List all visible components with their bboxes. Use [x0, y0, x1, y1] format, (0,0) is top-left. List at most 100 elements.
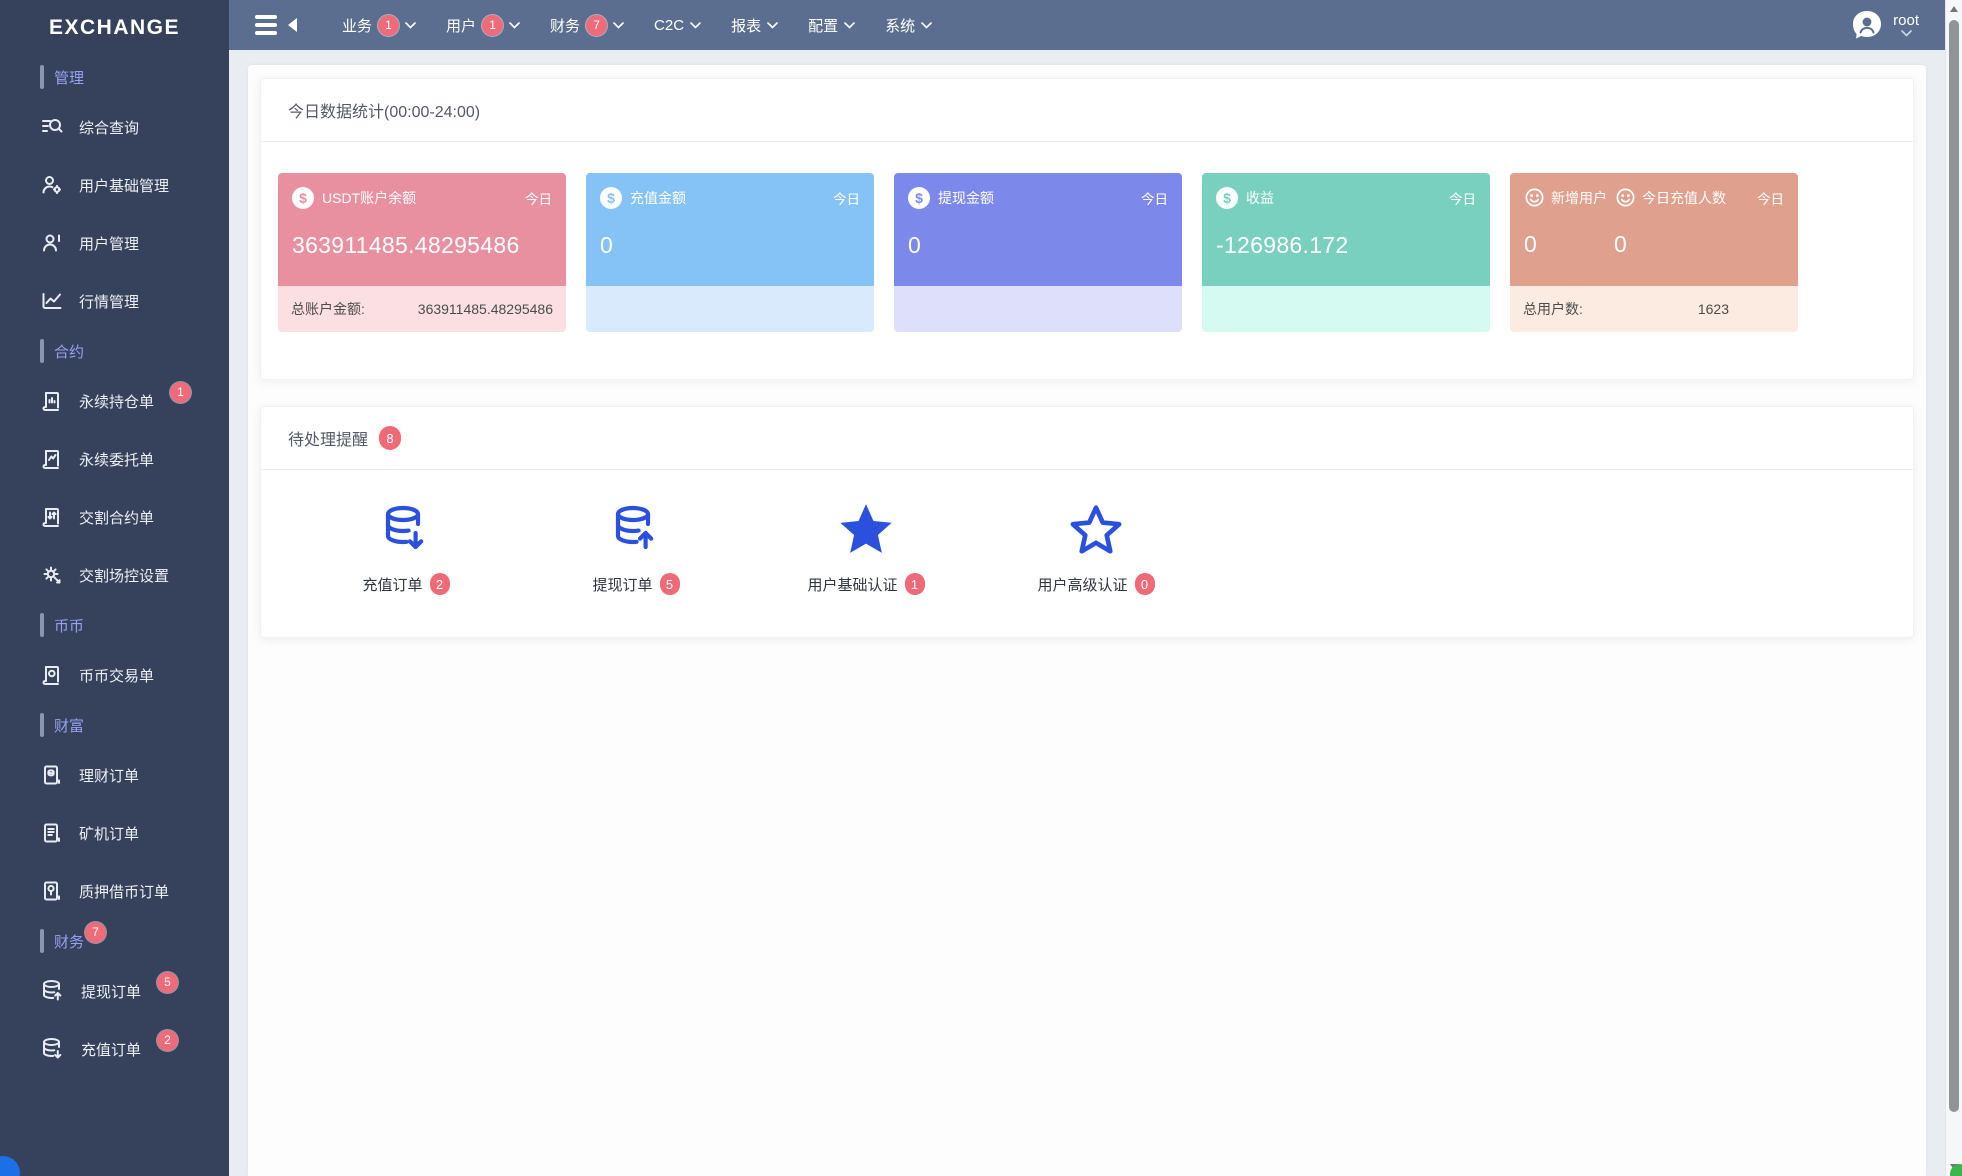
stat-card-value: -126986.172 — [1216, 232, 1349, 258]
chevron-down-icon — [690, 21, 701, 29]
chevron-down-icon — [1900, 29, 1912, 37]
stat-card-recharge-amount[interactable]: $ 充值金额 今日 0 — [586, 173, 874, 332]
stat-card-title: 提现金额 — [938, 190, 994, 206]
nav-item-users[interactable]: 用户 1 — [431, 0, 535, 50]
nav-item-business[interactable]: 业务 1 — [327, 0, 431, 50]
sidebar-item-label: 用户管理 — [79, 235, 140, 253]
sidebar-item-search[interactable]: 综合查询 — [0, 98, 229, 156]
stat-card-new-users[interactable]: 新增用户 今日充值人数 今日 0 0 总用户数: 1623 — [1510, 173, 1798, 332]
stat-footer-label: 总用户数: — [1523, 301, 1583, 317]
sidebar-item-perp-orders[interactable]: 永续委托单 — [0, 430, 229, 488]
chevron-down-icon — [509, 21, 520, 29]
reminder-withdraw-orders[interactable]: 提现订单 5 — [521, 500, 751, 595]
dollar-circle-icon: $ — [1216, 187, 1238, 209]
collapse-left-icon — [288, 18, 297, 32]
sidebar-section-manage: 管理 — [0, 56, 229, 98]
search-list-icon — [42, 119, 63, 133]
sidebar-section-contract: 合约 — [0, 330, 229, 372]
sidebar-item-delivery-orders[interactable]: 交割合约单 — [0, 488, 229, 546]
stat-card-profit[interactable]: $ 收益 今日 -126986.172 — [1202, 173, 1490, 332]
nav-item-finance[interactable]: 财务 7 — [535, 0, 639, 50]
stat-card-usdt-balance[interactable]: $ USDT账户余额 今日 363911485.48295486 总账户金额: … — [278, 173, 566, 332]
user-menu[interactable]: root — [1850, 8, 1919, 42]
stat-card-title: 充值金额 — [630, 190, 686, 206]
order-trend-icon — [42, 450, 59, 469]
nav-item-label: 报表 — [731, 17, 762, 35]
chart-line-icon — [42, 293, 62, 309]
stat-footer-label: 总账户金额: — [291, 301, 365, 317]
stat-card-tag: 今日 — [1757, 191, 1784, 207]
sidebar-section-wealth: 财富 — [0, 704, 229, 746]
reminder-label: 用户高级认证 — [1037, 576, 1128, 594]
corner-decoration — [0, 1156, 20, 1176]
sidebar-item-withdraw-orders[interactable]: 提现订单 5 — [0, 962, 229, 1020]
scrollbar-thumb[interactable] — [1949, 20, 1959, 1112]
reminder-user-basic-verify[interactable]: 用户基础认证 1 — [751, 500, 981, 595]
nav-item-config[interactable]: 配置 — [793, 0, 870, 50]
sidebar-collapse-button[interactable] — [255, 14, 297, 36]
section-label: 财务 — [54, 933, 85, 951]
sidebar-item-pledge-orders[interactable]: 质押借币订单 — [0, 862, 229, 920]
sidebar-item-recharge-orders[interactable]: 充值订单 2 — [0, 1020, 229, 1078]
stats-panel: 今日数据统计(00:00-24:00) $ USDT账户余额 今日 363911… — [260, 78, 1914, 380]
order-circle-icon — [42, 666, 59, 685]
section-label: 财富 — [54, 717, 85, 735]
chevron-down-icon — [405, 21, 416, 29]
sidebar-item-spot-orders[interactable]: 币币交易单 — [0, 646, 229, 704]
order-bars-icon — [42, 392, 59, 411]
stat-card-top: $ 提现金额 今日 0 — [894, 173, 1182, 286]
sidebar-item-wealth-orders[interactable]: 理财订单 — [0, 746, 229, 804]
vertical-scrollbar[interactable] — [1945, 0, 1962, 1176]
stat-card-value: 0 — [1524, 231, 1537, 257]
stat-card-title: 新增用户 — [1551, 189, 1607, 206]
stat-card-value: 0 — [600, 232, 614, 258]
sidebar-item-label: 币币交易单 — [79, 667, 155, 685]
stats-panel-title: 今日数据统计(00:00-24:00) — [288, 104, 481, 121]
user-block: root — [1893, 13, 1919, 37]
star-filled-icon — [840, 504, 892, 553]
stat-card-top: 新增用户 今日充值人数 今日 0 0 — [1510, 173, 1798, 286]
reminder-user-advanced-verify[interactable]: 用户高级认证 0 — [981, 500, 1211, 595]
nav-item-c2c[interactable]: C2C — [639, 0, 716, 50]
count-badge: 1 — [378, 14, 400, 36]
chevron-down-icon — [921, 21, 932, 29]
stat-card-value: 363911485.48295486 — [292, 232, 520, 258]
count-badge: 1 — [482, 14, 504, 36]
count-badge: 1 — [170, 381, 192, 403]
section-label: 币币 — [54, 617, 85, 635]
sidebar-item-user-manage[interactable]: 用户管理 — [0, 214, 229, 272]
scroll-up-arrow[interactable] — [1950, 6, 1958, 12]
nav-item-label: 用户 — [446, 17, 477, 35]
doc-coin-icon — [44, 765, 60, 785]
sidebar-section-finance: 财务 7 — [0, 920, 229, 962]
count-badge: 7 — [85, 921, 107, 943]
stat-card-withdraw-amount[interactable]: $ 提现金额 今日 0 — [894, 173, 1182, 332]
database-down-icon — [385, 505, 424, 550]
nav-item-reports[interactable]: 报表 — [716, 0, 793, 50]
stat-card-title: USDT账户余额 — [322, 190, 417, 206]
nav-item-label: 配置 — [808, 17, 839, 35]
sidebar-item-market[interactable]: 行情管理 — [0, 272, 229, 330]
database-down-icon — [43, 1038, 62, 1059]
reminder-label: 充值订单 — [362, 576, 423, 594]
avatar-icon — [1853, 11, 1882, 39]
sidebar-item-label: 永续委托单 — [79, 451, 155, 469]
sidebar-item-user-base[interactable]: 用户基础管理 — [0, 156, 229, 214]
count-badge: 2 — [429, 573, 450, 595]
sidebar-item-perp-positions[interactable]: 永续持仓单 1 — [0, 372, 229, 430]
sidebar-item-label: 综合查询 — [79, 119, 140, 137]
sidebar-item-miner-orders[interactable]: 矿机订单 — [0, 804, 229, 862]
stat-footer-value: 363911485.48295486 — [417, 301, 553, 317]
stat-card-top: $ 充值金额 今日 0 — [586, 173, 874, 286]
database-up-icon — [43, 980, 62, 1001]
nav-item-label: 系统 — [885, 17, 916, 35]
user-gear-icon — [42, 176, 62, 195]
smiley-icon — [1525, 188, 1544, 207]
sidebar-item-delivery-control[interactable]: 交割场控设置 — [0, 546, 229, 604]
reminders-panel-header: 待处理提醒 8 — [261, 407, 1913, 470]
nav-item-system[interactable]: 系统 — [870, 0, 947, 50]
sidebar-item-label: 提现订单 — [81, 983, 142, 1001]
database-up-icon — [615, 505, 654, 550]
reminder-recharge-orders[interactable]: 充值订单 2 — [291, 500, 521, 595]
dollar-circle-icon: $ — [292, 187, 314, 209]
